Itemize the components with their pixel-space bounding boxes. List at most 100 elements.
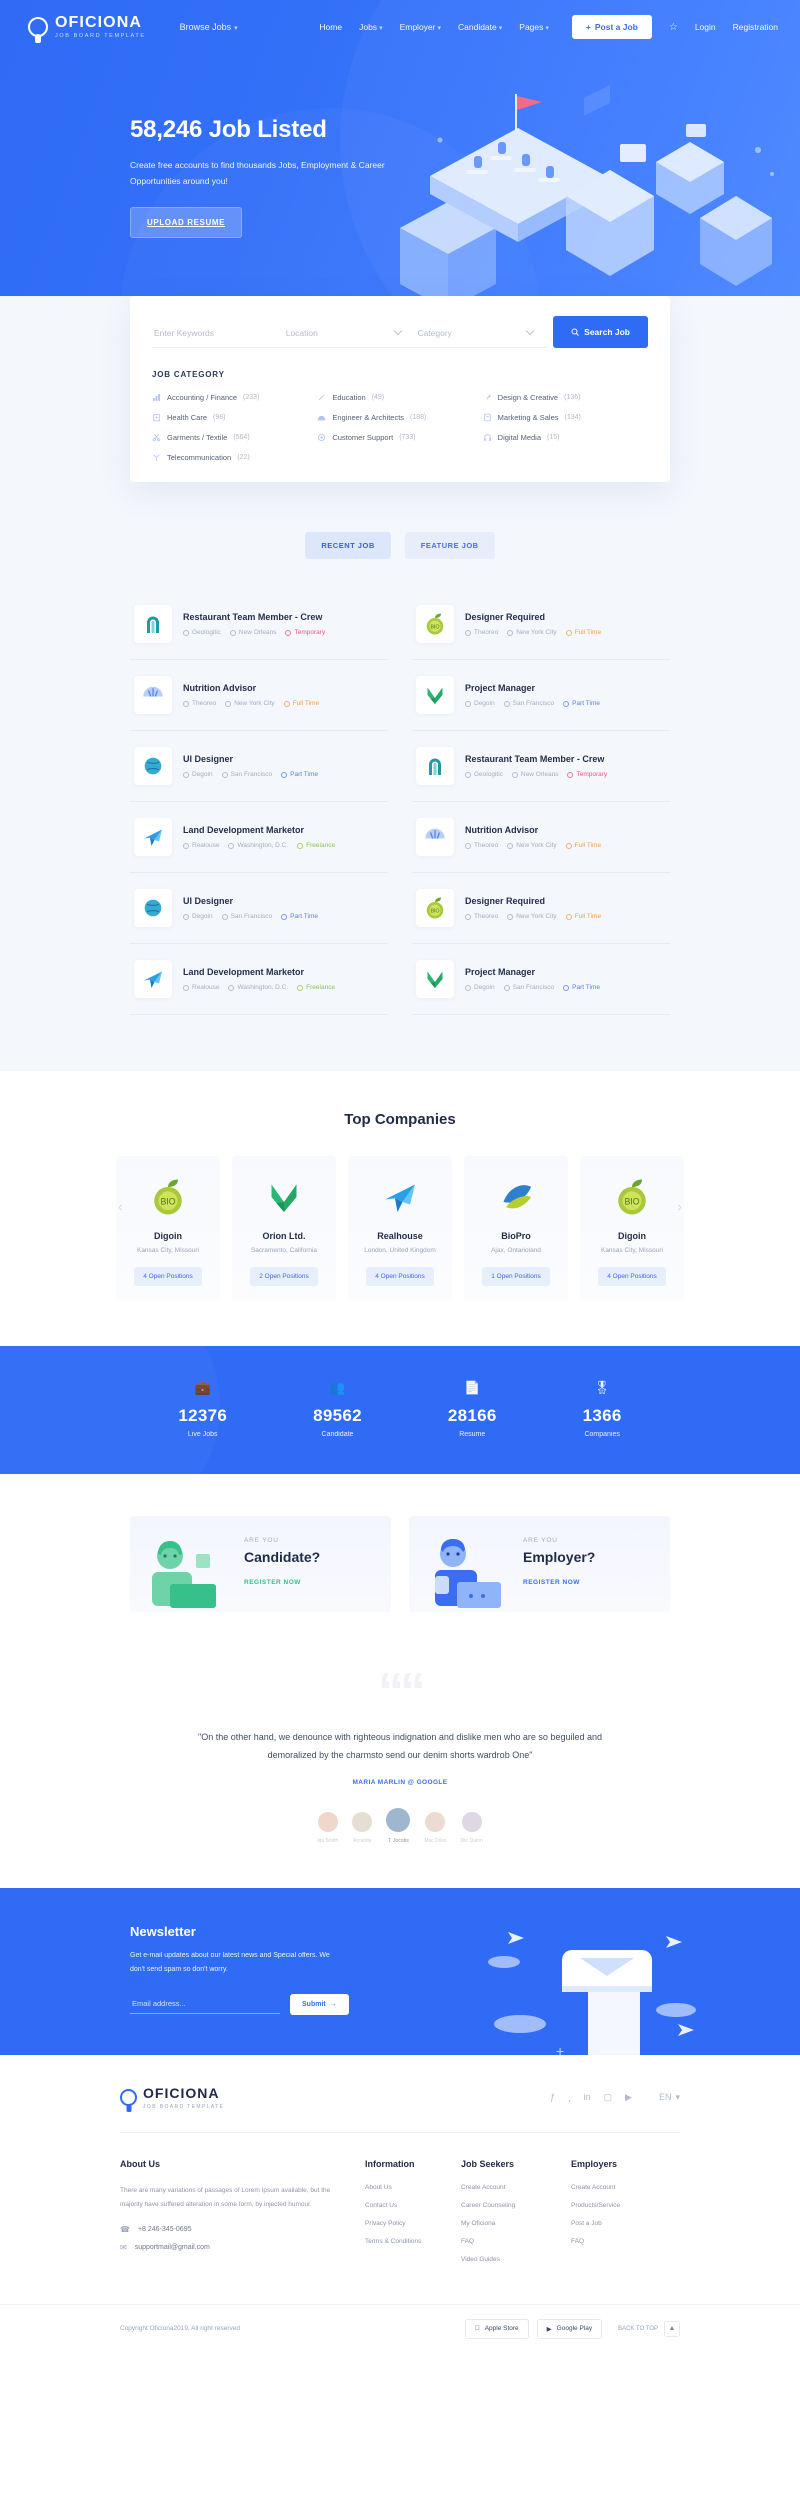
footer-link[interactable]: FAQ [461,2238,571,2245]
job-card[interactable]: Restaurant Team Member - Crew Geologitic N… [412,731,670,802]
testimonial-avatar[interactable]: Arcanite [352,1812,373,1844]
job-title[interactable]: Designer Required [465,896,601,906]
job-title[interactable]: Restaurant Team Member - Crew [183,612,325,622]
tab-feature-job[interactable]: FEATURE JOB [404,532,495,559]
search-location-select[interactable]: Location [283,328,416,348]
testimonial-avatar[interactable]: Iqu Smith [317,1812,338,1844]
nav-item-candidate[interactable]: Candidate ▾ [458,22,502,32]
testimonial-avatar[interactable]: Mac Dilan [424,1812,447,1844]
twitter-icon[interactable]: ⸲ [568,2091,570,2104]
cta-candidate-card[interactable]: ARE YOU Candidate? REGISTER NOW [130,1516,391,1612]
company-open-positions[interactable]: 4 Open Positions [366,1267,434,1286]
newsletter-email-input[interactable] [130,1994,280,2015]
job-title[interactable]: Land Development Marketor [183,967,335,977]
back-to-top[interactable]: BACK TO TOP ▲ [618,2320,680,2337]
category-item-engineer-architects[interactable]: Engineer & Architects (188) [317,413,482,422]
login-link[interactable]: Login [695,22,716,32]
job-card[interactable]: UI Designer Degoin San Francisco Part Time [130,731,388,802]
job-title[interactable]: Project Manager [465,683,600,693]
footer-link[interactable]: Contact Us [365,2202,461,2209]
job-card[interactable]: Nutrition Advisor Theoreo New York City Ful… [130,660,388,731]
testimonial-avatar[interactable]: Dio Quinn [461,1812,483,1844]
category-item-education[interactable]: Education (49) [317,393,482,402]
company-card[interactable]: BIO Digoin Kansas City, Missouri 4 Open Pos… [580,1156,684,1302]
nav-item-jobs[interactable]: Jobs ▾ [359,22,382,32]
job-card[interactable]: BIO Designer Required Theoreo New York City… [412,873,670,944]
footer-link[interactable]: Create Account [571,2184,667,2191]
job-card[interactable]: BIO Designer Required Theoreo New York City… [412,589,670,660]
linkedin-icon[interactable]: in [584,2092,591,2102]
company-card[interactable]: BioPro Ajax, Ontarioland 1 Open Positions [464,1156,568,1302]
companies-next-arrow[interactable]: › [678,1199,682,1214]
companies-prev-arrow[interactable]: ‹ [118,1199,122,1214]
footer-link[interactable]: Products/Service [571,2202,667,2209]
footer-link[interactable]: Terms & Conditions [365,2238,461,2245]
notification-bell-icon[interactable]: ☆ [669,22,678,33]
footer-link[interactable]: My Oficiona [461,2220,571,2227]
category-item-marketing-sales[interactable]: Marketing & Sales (134) [483,413,648,422]
nav-item-employer[interactable]: Employer ▾ [400,22,441,32]
youtube-icon[interactable]: ▶ [625,2092,632,2103]
footer-link[interactable]: Privacy Policy [365,2220,461,2227]
post-a-job-button[interactable]: + Post a Job [571,15,652,39]
footer-link[interactable]: FAQ [571,2238,667,2245]
job-card[interactable]: Land Development Marketor Realouse Washing… [130,944,388,1015]
instagram-icon[interactable]: ▢ [604,2092,613,2103]
cta-employer-card[interactable]: ARE YOU Employer? REGISTER NOW [409,1516,670,1612]
category-item-customer-support[interactable]: Customer Support (733) [317,433,482,442]
cta-register-link[interactable]: REGISTER NOW [523,1579,595,1586]
job-card[interactable]: Restaurant Team Member - Crew Geologitic N… [130,589,388,660]
google-play-button[interactable]: ▶ Google Play [536,2318,603,2339]
company-open-positions[interactable]: 1 Open Positions [482,1267,550,1286]
search-category-select[interactable]: Category [415,328,548,348]
footer-phone[interactable]: ☎ +8 246-345-0695 [120,2225,335,2234]
job-card[interactable]: Land Development Marketor Realouse Washing… [130,802,388,873]
job-card[interactable]: Project Manager Degoin San Francisco Part T… [412,944,670,1015]
footer-email[interactable]: ✉ supportmail@gmail.com [120,2243,335,2252]
job-card[interactable]: Project Manager Degoin San Francisco Part T… [412,660,670,731]
category-item-garments-textile[interactable]: Garments / Textile (564) [152,433,317,442]
nav-item-home[interactable]: Home [319,22,342,32]
job-card[interactable]: Nutrition Advisor Theoreo New York City Ful… [412,802,670,873]
category-item-telecommunication[interactable]: Telecommunication (22) [152,453,317,462]
company-card[interactable]: BIO Digoin Kansas City, Missouri 4 Open Pos… [116,1156,220,1302]
job-title[interactable]: UI Designer [183,754,318,764]
registration-link[interactable]: Registration [733,22,778,32]
job-title[interactable]: Nutrition Advisor [465,825,601,835]
category-item-digital-media[interactable]: Digital Media (15) [483,433,648,442]
job-card[interactable]: UI Designer Degoin San Francisco Part Time [130,873,388,944]
job-title[interactable]: Designer Required [465,612,601,622]
search-keyword-input[interactable]: Enter Keywords [152,328,284,348]
company-card[interactable]: Realhouse London, United Kingdom 4 Open Po… [348,1156,452,1302]
footer-link[interactable]: Post a Job [571,2220,667,2227]
cta-register-link[interactable]: REGISTER NOW [244,1579,320,1586]
company-open-positions[interactable]: 4 Open Positions [134,1267,202,1286]
upload-resume-button[interactable]: UPLOAD RESUME [130,207,243,239]
nav-item-pages[interactable]: Pages ▾ [519,22,549,32]
footer-link[interactable]: Career Counseling [461,2202,571,2209]
job-title[interactable]: UI Designer [183,896,318,906]
footer-link[interactable]: Video Guides [461,2256,571,2263]
language-selector[interactable]: EN ▾ [659,2092,680,2103]
footer-link[interactable]: About Us [365,2184,461,2191]
footer-logo[interactable]: OFICIONA JOB BOARD TEMPLATE [120,2085,224,2110]
search-job-button[interactable]: Search Job [553,316,648,348]
category-item-health-care[interactable]: Health Care (98) [152,413,317,422]
browse-jobs-dropdown[interactable]: Browse Jobs ▾ [180,22,238,32]
job-title[interactable]: Land Development Marketor [183,825,335,835]
job-title[interactable]: Nutrition Advisor [183,683,319,693]
category-item-design-creative[interactable]: Design & Creative (136) [483,393,648,402]
company-card[interactable]: Orion Ltd. Sacramento, California 2 Open P… [232,1156,336,1302]
job-title[interactable]: Restaurant Team Member - Crew [465,754,607,764]
newsletter-submit-button[interactable]: Submit → [290,1993,349,2015]
category-item-accounting-finance[interactable]: Accounting / Finance (233) [152,393,317,402]
footer-link[interactable]: Create Account [461,2184,571,2191]
apple-store-button[interactable]:  Apple Store [464,2318,529,2339]
logo[interactable]: OFICIONA JOB BOARD TEMPLATE [28,14,146,40]
facebook-icon[interactable]: ƒ [550,2092,555,2102]
company-open-positions[interactable]: 4 Open Positions [598,1267,666,1286]
arrow-up-icon[interactable]: ▲ [664,2320,680,2337]
testimonial-avatar[interactable]: T. Jocobs [386,1808,411,1844]
company-open-positions[interactable]: 2 Open Positions [250,1267,318,1286]
job-title[interactable]: Project Manager [465,967,600,977]
